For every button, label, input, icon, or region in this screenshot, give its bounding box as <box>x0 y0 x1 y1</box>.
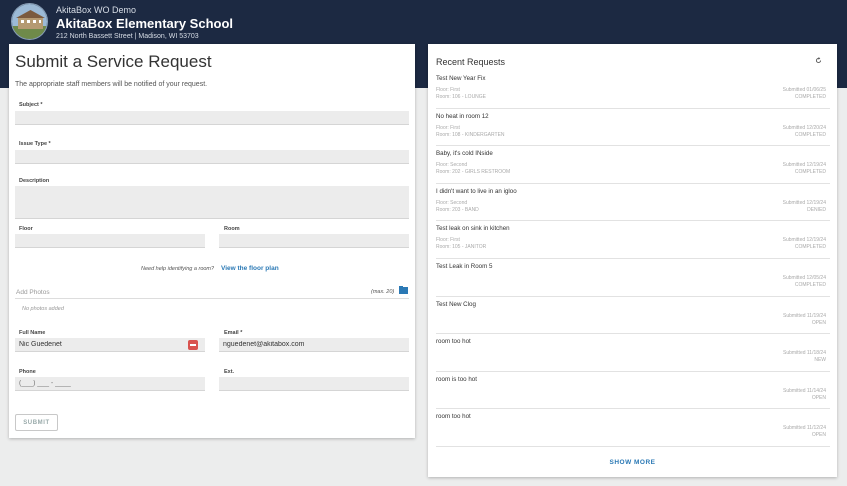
request-submitted-date: Submitted 12/19/24 <box>782 199 826 206</box>
request-title: room too hot <box>436 413 471 421</box>
request-status: COMPLETED <box>794 281 826 288</box>
subject-label: Subject * <box>19 102 43 108</box>
room-label: Room <box>224 226 240 232</box>
request-submitted-date: Submitted 12/19/24 <box>782 237 826 244</box>
submit-button[interactable]: SUBMIT <box>15 414 58 431</box>
clear-name-button[interactable] <box>188 340 198 350</box>
floor-select[interactable] <box>15 234 205 248</box>
description-textarea[interactable] <box>15 186 409 219</box>
account-label: AkitaBox WO Demo <box>56 5 137 15</box>
request-title: No heat in room 12 <box>436 112 489 120</box>
request-floor: Floor: First <box>436 237 460 244</box>
request-item[interactable]: Test Leak in Room 5 Submitted 12/05/24 C… <box>436 259 830 297</box>
view-floor-plan-link[interactable]: View the floor plan <box>221 265 279 272</box>
add-photos-label: Add Photos <box>16 289 50 296</box>
ext-input[interactable] <box>219 377 409 391</box>
organization-name: AkitaBox Elementary School <box>56 16 233 31</box>
request-item[interactable]: room too hot Submitted 11/12/24 OPEN <box>436 409 830 447</box>
recent-requests-title: Recent Requests <box>436 57 506 67</box>
request-item[interactable]: Test leak on sink in kitchen Floor: Firs… <box>436 221 830 259</box>
request-floor: Floor: First <box>436 124 460 131</box>
request-title: room is too hot <box>436 375 477 383</box>
request-title: I didn't want to live in an igloo <box>436 187 517 195</box>
request-status: OPEN <box>811 394 826 401</box>
photo-upload-icon[interactable] <box>399 286 408 294</box>
request-submitted-date: Submitted 11/12/24 <box>783 425 826 432</box>
request-title: Test Leak in Room 5 <box>436 262 493 270</box>
request-submitted-date: Submitted 11/19/24 <box>783 312 826 319</box>
phone-label: Phone <box>19 369 36 375</box>
floor-label: Floor <box>19 226 33 232</box>
recent-requests-panel: Recent Requests Test New Year Fix Floor:… <box>428 44 837 477</box>
show-more-button[interactable]: SHOW MORE <box>428 459 837 466</box>
request-status: DENIED <box>807 206 826 213</box>
request-item[interactable]: room too hot Submitted 11/18/24 NEW <box>436 334 830 372</box>
no-photos-text: No photos added <box>22 306 64 312</box>
form-subtitle: The appropriate staff members will be no… <box>15 81 208 88</box>
issue-type-select[interactable] <box>15 150 409 164</box>
request-item[interactable]: Test New Year Fix Floor: First Room: 106… <box>436 71 830 109</box>
full-name-label: Full Name <box>19 330 46 336</box>
refresh-icon[interactable] <box>815 57 822 64</box>
full-name-input[interactable] <box>15 338 205 352</box>
ext-label: Ext. <box>224 369 235 375</box>
photos-max-label: (max. 20) <box>371 289 395 295</box>
request-title: Test New Year Fix <box>436 75 486 82</box>
request-item[interactable]: Test New Clog Submitted 11/19/24 OPEN <box>436 297 830 335</box>
request-item[interactable]: No heat in room 12 Floor: First Room: 10… <box>436 109 830 147</box>
request-floor: Floor: Second <box>436 162 468 169</box>
room-select[interactable] <box>219 234 409 248</box>
request-submitted-date: Submitted 12/19/24 <box>782 162 826 169</box>
organization-address: 212 North Bassett Street | Madison, WI 5… <box>56 33 199 40</box>
request-room: Room: 108 - KINDERGARTEN <box>436 131 505 138</box>
school-photo-avatar <box>11 3 48 40</box>
request-room: Room: 106 - LOUNGE <box>436 94 487 100</box>
request-status: COMPLETED <box>794 169 826 176</box>
request-floor: Floor: Second <box>436 199 468 206</box>
request-status: NEW <box>814 357 826 364</box>
request-title: Baby, it's cold INside <box>436 150 493 158</box>
request-title: Test leak on sink in kitchen <box>436 225 510 233</box>
request-submitted-date: Submitted 12/05/24 <box>782 274 826 281</box>
request-title: Test New Clog <box>436 300 476 308</box>
service-request-form: Submit a Service Request The appropriate… <box>9 44 415 438</box>
description-label: Description <box>19 178 50 184</box>
request-room: Room: 203 - BAND <box>436 206 479 213</box>
issue-type-label: Issue Type * <box>19 141 51 147</box>
request-title: room too hot <box>436 338 471 346</box>
request-status: COMPLETED <box>794 131 826 138</box>
request-item[interactable]: room is too hot Submitted 11/14/24 OPEN <box>436 372 830 410</box>
floor-plan-help-text: Need help identifying a room? <box>141 266 215 272</box>
request-status: OPEN <box>811 432 826 439</box>
request-item[interactable]: Baby, it's cold INside Floor: Second Roo… <box>436 146 830 184</box>
request-status: COMPLETED <box>794 244 826 251</box>
request-submitted-date: Submitted 12/20/24 <box>782 124 826 131</box>
request-status: COMPLETED <box>794 94 826 100</box>
email-label: Email * <box>224 330 243 336</box>
request-room: Room: 202 - GIRLS RESTROOM <box>436 169 511 176</box>
request-room: Room: 105 - JANITOR <box>436 244 487 251</box>
phone-input[interactable] <box>15 377 205 391</box>
request-submitted-date: Submitted 11/18/24 <box>783 350 826 357</box>
recent-requests-list: Test New Year Fix Floor: First Room: 106… <box>436 71 830 447</box>
email-input[interactable] <box>219 338 409 352</box>
request-submitted-date: Submitted 01/06/25 <box>782 87 826 93</box>
request-status: OPEN <box>811 319 826 326</box>
request-floor: Floor: First <box>436 87 460 93</box>
subject-input[interactable] <box>15 111 409 125</box>
form-title: Submit a Service Request <box>15 52 212 71</box>
request-item[interactable]: I didn't want to live in an igloo Floor:… <box>436 184 830 222</box>
photos-divider <box>15 298 409 299</box>
request-submitted-date: Submitted 11/14/24 <box>783 387 826 394</box>
